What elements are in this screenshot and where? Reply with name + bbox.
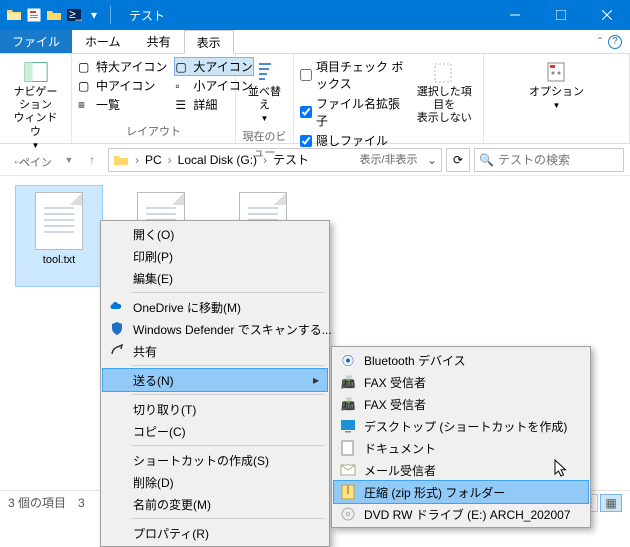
ctx-rename[interactable]: 名前の変更(M): [103, 493, 327, 515]
hide-icon: [432, 60, 456, 84]
tab-home[interactable]: ホーム: [72, 30, 134, 53]
share-icon: [109, 343, 125, 359]
search-box[interactable]: 🔍: [474, 148, 624, 172]
ctx-shortcut[interactable]: ショートカットの作成(S): [103, 449, 327, 471]
address-box[interactable]: › PC › Local Disk (G:) › テスト ⌄: [108, 148, 442, 172]
sendto-fax1[interactable]: 📠FAX 受信者: [334, 371, 588, 393]
group-label-layout: レイアウト: [78, 123, 229, 139]
ctx-delete[interactable]: 削除(D): [103, 471, 327, 493]
options-button[interactable]: オプション ▼: [490, 58, 623, 113]
text-file-icon: [35, 192, 83, 250]
sendto-zip[interactable]: 圧縮 (zip 形式) フォルダー: [334, 481, 588, 503]
qat-terminal-icon[interactable]: ≥_: [66, 7, 82, 23]
ctx-share[interactable]: 共有: [103, 340, 327, 362]
crumb-folder[interactable]: テスト: [273, 151, 309, 168]
sendto-desktop[interactable]: デスクトップ (ショートカットを作成): [334, 415, 588, 437]
layout-gallery[interactable]: ▢特大アイコン ▢大アイコン ▢中アイコン ▫小アイコン ≡一覧 ☰詳細: [78, 58, 229, 113]
checkbox-hidden-files[interactable]: 隠しファイル: [300, 132, 404, 149]
file-name: tool.txt: [43, 254, 75, 266]
address-bar: ← → ▼ ↑ › PC › Local Disk (G:) › テスト ⌄ ⟳…: [0, 144, 630, 176]
context-menu: 開く(O) 印刷(P) 編集(E) OneDrive に移動(M) Window…: [100, 220, 330, 547]
crumb-pc[interactable]: PC: [145, 153, 162, 167]
zip-icon: [340, 484, 356, 500]
checkbox-file-extensions[interactable]: ファイル名拡張子: [300, 95, 404, 129]
sendto-submenu: ⦿Bluetooth デバイス 📠FAX 受信者 📠FAX 受信者 デスクトップ…: [331, 346, 591, 528]
nav-pane-icon: [24, 60, 48, 84]
ribbon-collapse-icon[interactable]: ˆ: [598, 35, 602, 49]
forward-button[interactable]: →: [34, 148, 58, 172]
sort-icon: [253, 60, 277, 84]
tab-share[interactable]: 共有: [134, 30, 184, 53]
sort-button[interactable]: 並べ替え ▼: [242, 58, 287, 126]
onedrive-icon: [109, 299, 125, 315]
mail-icon: [340, 462, 356, 478]
ribbon: ナビゲーション ウィンドウ ▼ ペイン ▢特大アイコン ▢大アイコン ▢中アイコ…: [0, 54, 630, 144]
titlebar: ≥_ ▾ テスト: [0, 0, 630, 30]
qat-folder-icon[interactable]: [46, 7, 62, 23]
ctx-cut[interactable]: 切り取り(T): [103, 398, 327, 420]
ribbon-tabs: ファイル ホーム 共有 表示 ˆ ?: [0, 30, 630, 54]
submenu-arrow-icon: ▸: [313, 373, 319, 387]
sendto-documents[interactable]: ドキュメント: [334, 437, 588, 459]
search-input[interactable]: [498, 153, 619, 167]
ctx-edit[interactable]: 編集(E): [103, 267, 327, 289]
ctx-sendto[interactable]: 送る(N)▸: [103, 369, 327, 391]
document-icon: [340, 440, 356, 456]
qat-dropdown-icon[interactable]: ▾: [86, 7, 102, 23]
sendto-dvd[interactable]: DVD RW ドライブ (E:) ARCH_202007: [334, 503, 588, 525]
fax-icon: 📠: [340, 396, 356, 412]
maximize-button[interactable]: [538, 0, 584, 30]
up-button[interactable]: ↑: [80, 148, 104, 172]
icons-view-button[interactable]: ▦: [600, 494, 622, 512]
help-icon[interactable]: ?: [608, 35, 622, 49]
tab-view[interactable]: 表示: [184, 30, 234, 54]
close-button[interactable]: [584, 0, 630, 30]
status-selection: 3: [78, 496, 85, 510]
bluetooth-icon: ⦿: [340, 352, 356, 368]
hide-selected-button[interactable]: 選択した項目を 表示しない: [412, 58, 477, 128]
shield-icon: [109, 321, 125, 337]
navigation-pane-button[interactable]: ナビゲーション ウィンドウ ▼: [6, 58, 65, 152]
window-title: テスト: [121, 7, 492, 24]
sendto-bluetooth[interactable]: ⦿Bluetooth デバイス: [334, 349, 588, 371]
crumb-drive[interactable]: Local Disk (G:): [178, 153, 257, 167]
file-item[interactable]: tool.txt: [16, 186, 102, 286]
qat-properties-icon[interactable]: [26, 7, 42, 23]
address-dropdown-icon[interactable]: ⌄: [427, 153, 437, 167]
minimize-button[interactable]: [492, 0, 538, 30]
disc-icon: [340, 506, 356, 522]
ctx-properties[interactable]: プロパティ(R): [103, 522, 327, 544]
sendto-mail[interactable]: メール受信者: [334, 459, 588, 481]
ctx-copy[interactable]: コピー(C): [103, 420, 327, 442]
status-item-count: 3 個の項目: [8, 494, 66, 511]
desktop-icon: [340, 418, 356, 434]
search-icon: 🔍: [479, 153, 494, 167]
options-icon: [545, 60, 569, 84]
svg-text:≥_: ≥_: [69, 7, 82, 21]
ctx-open[interactable]: 開く(O): [103, 223, 327, 245]
tab-file[interactable]: ファイル: [0, 30, 72, 53]
fax-icon: 📠: [340, 374, 356, 390]
back-button[interactable]: ←: [6, 148, 30, 172]
ctx-onedrive[interactable]: OneDrive に移動(M): [103, 296, 327, 318]
ctx-print[interactable]: 印刷(P): [103, 245, 327, 267]
recent-dropdown[interactable]: ▼: [62, 148, 76, 172]
sendto-fax2[interactable]: 📠FAX 受信者: [334, 393, 588, 415]
checkbox-item-checkboxes[interactable]: 項目チェック ボックス: [300, 58, 404, 92]
ctx-defender[interactable]: Windows Defender でスキャンする...: [103, 318, 327, 340]
refresh-button[interactable]: ⟳: [446, 148, 470, 172]
folder-icon: [113, 152, 129, 168]
folder-icon: [6, 7, 22, 23]
